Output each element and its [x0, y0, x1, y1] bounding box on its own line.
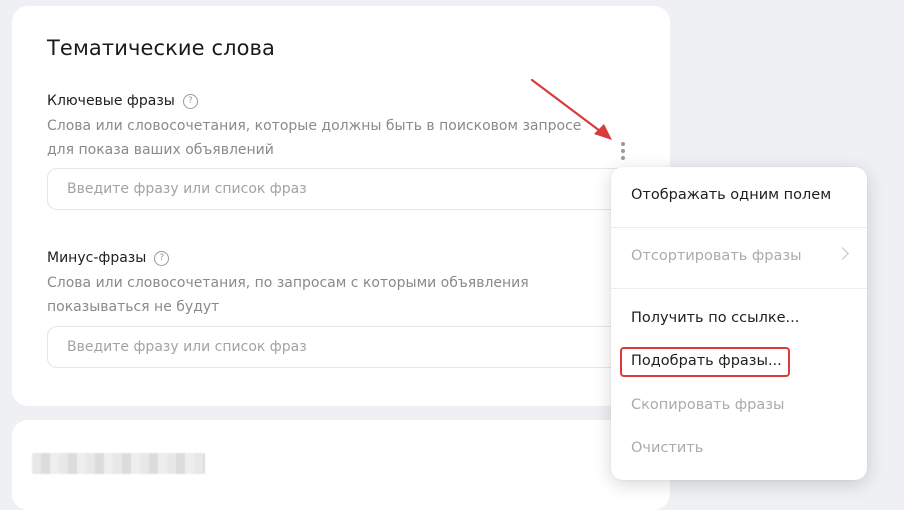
menu-item-by-link[interactable]: Получить по ссылке... [631, 310, 799, 326]
keywords-label-row: Ключевые фразы ? [47, 93, 198, 109]
keywords-description: Слова или словосочетания, которые должны… [47, 118, 582, 158]
menu-item-copy[interactable]: Скопировать фразы [631, 397, 784, 413]
negative-label: Минус-фразы [47, 250, 147, 266]
keywords-input[interactable] [47, 168, 647, 210]
menu-item-clear[interactable]: Очистить [631, 440, 703, 456]
keywords-label: Ключевые фразы [47, 93, 175, 109]
negative-label-row: Минус-фразы ? [47, 250, 170, 266]
menu-divider [611, 227, 867, 228]
phrases-actions-menu: Отображать одним полем Отсортировать фра… [611, 167, 867, 480]
menu-item-sort[interactable]: Отсортировать фразы [631, 248, 802, 264]
help-circle-icon[interactable]: ? [182, 93, 198, 109]
negative-input[interactable] [47, 326, 647, 368]
blurred-section-title [32, 453, 205, 474]
help-circle-icon[interactable]: ? [154, 250, 170, 266]
section-title: Тематические слова [47, 36, 276, 60]
negative-description: Слова или словосочетания, по запросам с … [47, 275, 529, 315]
menu-item-single-field[interactable]: Отображать одним полем [631, 187, 831, 203]
menu-item-pick-phrases[interactable]: Подобрать фразы... [631, 353, 782, 369]
menu-divider [611, 288, 867, 289]
annotation-arrow-icon [530, 78, 612, 140]
chevron-right-icon [836, 247, 849, 260]
